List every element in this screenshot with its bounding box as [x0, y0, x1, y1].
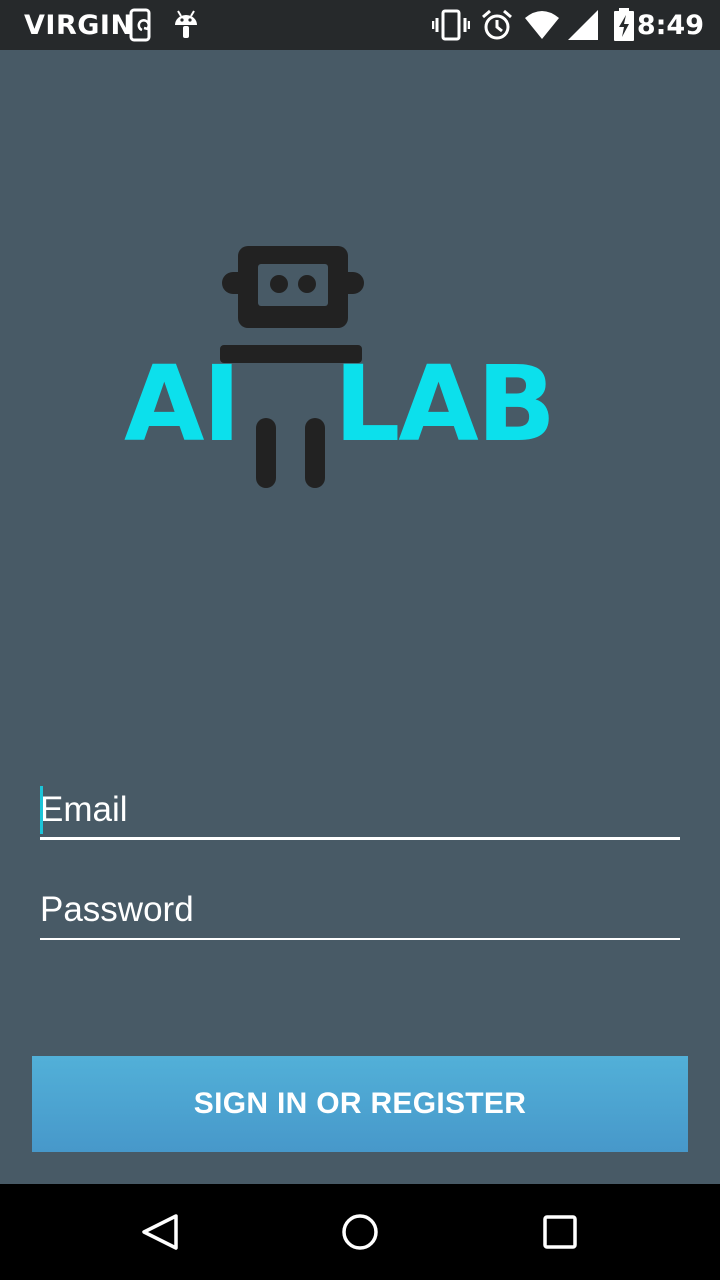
sign-in-or-register-button[interactable]: SIGN IN OR REGISTER — [32, 1056, 688, 1152]
home-icon[interactable] — [336, 1208, 384, 1256]
email-field-container — [40, 780, 680, 840]
password-field[interactable] — [40, 880, 680, 940]
email-underline — [40, 837, 680, 840]
back-icon[interactable] — [136, 1208, 184, 1256]
recents-icon[interactable] — [536, 1208, 584, 1256]
password-field-container — [40, 880, 680, 940]
password-underline — [40, 938, 680, 940]
logo-text-lab: LAB — [334, 343, 556, 465]
navigation-bar — [0, 1184, 720, 1280]
email-field[interactable] — [40, 780, 680, 840]
text-cursor — [40, 786, 43, 834]
logo-text-ai: AI — [124, 343, 241, 465]
